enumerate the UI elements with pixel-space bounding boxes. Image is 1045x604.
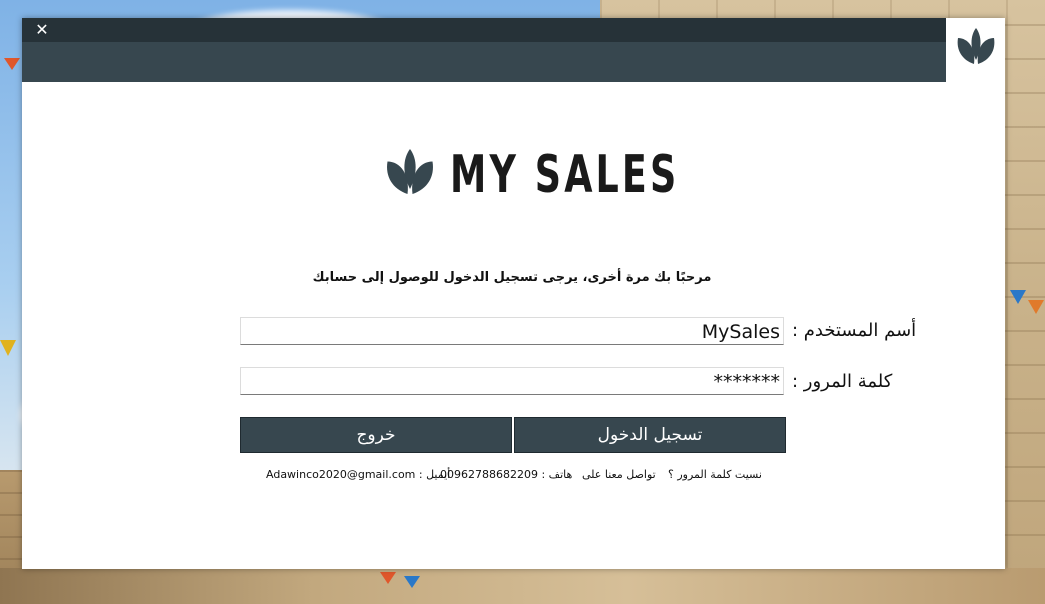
phone-text: هاتف : 00962788682209 [440, 468, 573, 481]
lotus-logo-icon [952, 24, 1000, 72]
bunting-flag [404, 576, 420, 588]
email-text: أيميل : Adawinco2020@gmail.com [266, 468, 451, 481]
bunting-flag [0, 340, 16, 356]
forgot-password-link[interactable]: نسيت كلمة المرور ؟ [668, 468, 762, 481]
bunting-flag [1010, 290, 1026, 304]
username-input[interactable]: MySales [240, 317, 784, 345]
password-label: كلمة المرور : [792, 371, 893, 392]
bunting-flag [1028, 300, 1044, 314]
title-bar-top-strip [22, 18, 946, 42]
login-button[interactable]: تسجيل الدخول [514, 417, 786, 453]
contact-us-label: تواصل معنا على [582, 468, 656, 481]
welcome-message: مرحبًا بك مرة أخرى، يرجى تسجيل الدخول لل… [312, 270, 712, 285]
brand-name: MY SALES [450, 145, 680, 205]
title-bar: ✕ [22, 18, 946, 82]
username-label: أسم المستخدم : [792, 320, 917, 341]
bunting-flag [4, 58, 20, 70]
street-strip [0, 568, 1045, 604]
close-button[interactable]: ✕ [32, 20, 52, 40]
login-window: ✕ MY SALES مرحبًا بك مرة أخرى، يرجى تسجي… [22, 18, 1005, 569]
exit-button[interactable]: خروج [240, 417, 512, 453]
password-input[interactable]: ******* [240, 367, 784, 395]
brand-logo: MY SALES [380, 140, 676, 210]
lotus-icon [380, 144, 440, 204]
bunting-flag [380, 572, 396, 584]
